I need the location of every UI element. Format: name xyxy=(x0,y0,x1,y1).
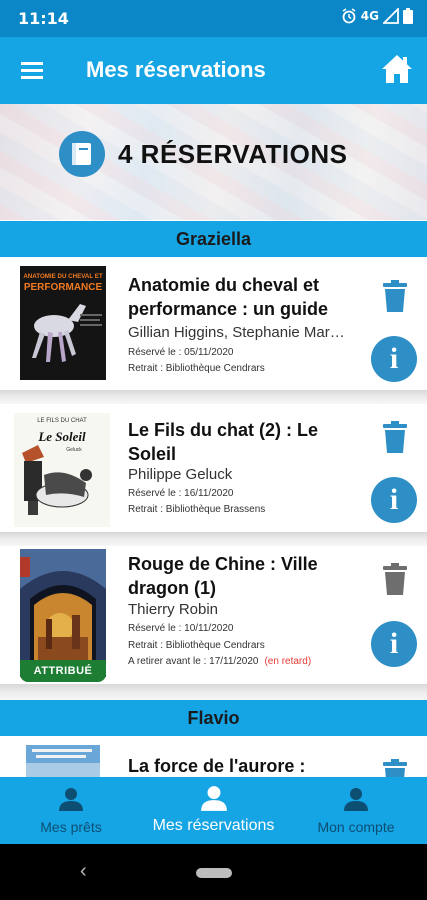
battery-icon xyxy=(403,8,413,24)
status-bar: 11:14 4G xyxy=(0,0,427,37)
back-icon[interactable]: ‹ xyxy=(80,860,87,883)
nav-reservations-label: Mes réservations xyxy=(152,817,275,834)
page-title: Mes réservations xyxy=(86,57,266,82)
book-author: Thierry Robin xyxy=(128,601,219,618)
book-title: La force de l'aurore : xyxy=(128,756,306,776)
cover-series: LE FILS DU CHAT xyxy=(37,418,87,424)
book-author: Gillian Higgins, Stephanie Mar… xyxy=(128,324,345,341)
book-cover: LE FILS DU CHAT Le Soleil Geluck xyxy=(14,413,110,527)
horse-cover-art: ANATOMIE DU CHEVAL ET PERFORMANCE xyxy=(20,266,106,380)
book-title: Rouge de Chine : Ville dragon (1) xyxy=(128,554,318,598)
cover-title-line1: ANATOMIE DU CHEVAL ET xyxy=(23,273,103,280)
pickup-deadline: A retirer avant le : 17/11/2020 (en retar… xyxy=(128,656,311,667)
person-icon xyxy=(201,786,227,811)
status-time: 11:14 xyxy=(18,9,69,28)
status-icons: 4G xyxy=(341,8,413,24)
book-author: Philippe Geluck xyxy=(128,466,233,483)
book-badge xyxy=(59,131,105,177)
deadline-text: A retirer avant le : 17/11/2020 xyxy=(128,656,259,667)
menu-icon[interactable] xyxy=(18,57,48,83)
info-button[interactable]: i xyxy=(371,621,417,667)
reserved-date: Réservé le : 10/11/2020 xyxy=(128,623,234,634)
cover-author: Geluck xyxy=(66,447,82,453)
book-icon xyxy=(72,143,91,165)
late-label: (en retard) xyxy=(264,656,312,667)
info-button[interactable]: i xyxy=(371,336,417,382)
nav-loans[interactable]: Mes prêts xyxy=(20,777,122,844)
signal-icon xyxy=(383,8,399,24)
bottom-nav: Mes prêts Mes réservations Mon compte xyxy=(0,777,427,844)
book-title: Le Fils du chat (2) : Le Soleil xyxy=(128,420,319,464)
info-icon: i xyxy=(389,342,399,375)
reservation-card: La force de l'aurore : xyxy=(0,736,427,777)
system-nav-bar: ‹ xyxy=(0,844,427,900)
home-icon[interactable] xyxy=(379,51,415,87)
info-icon: i xyxy=(389,627,399,660)
trash-icon[interactable] xyxy=(379,562,411,596)
pickup-location: Retrait : Bibliothèque Cendrars xyxy=(128,640,265,651)
nav-account[interactable]: Mon compte xyxy=(306,777,406,844)
cover-title: Le Soleil xyxy=(37,429,86,444)
reserved-date: Réservé le : 05/11/2020 xyxy=(128,347,234,358)
reserved-date: Réservé le : 16/11/2020 xyxy=(128,488,234,499)
nav-reservations[interactable]: Mes réservations xyxy=(142,777,285,844)
dragon-city-cover-art xyxy=(20,549,106,677)
alarm-icon xyxy=(342,8,356,24)
person-icon xyxy=(344,788,368,811)
reservations-count: 4 RÉSERVATIONS xyxy=(118,139,348,169)
pickup-location: Retrait : Bibliothèque Brassens xyxy=(128,504,266,515)
card-separator xyxy=(0,390,427,404)
reservation-card: ATTRIBUÉ Rouge de Chine : Ville dragon (… xyxy=(0,546,427,684)
nav-loans-label: Mes prêts xyxy=(40,819,102,835)
card-separator xyxy=(0,532,427,546)
app-bar: Mes réservations xyxy=(0,37,427,104)
section-header-flavio: Flavio xyxy=(0,700,427,736)
network-type: 4G xyxy=(360,9,379,23)
aurora-cover-art xyxy=(26,745,100,777)
book-cover xyxy=(26,745,100,777)
cover-title-line2: PERFORMANCE xyxy=(24,282,103,293)
nav-account-label: Mon compte xyxy=(317,819,395,835)
attributed-badge: ATTRIBUÉ xyxy=(20,660,106,682)
info-icon: i xyxy=(389,483,399,516)
trash-icon[interactable] xyxy=(379,279,411,313)
section-header-graziella: Graziella xyxy=(0,221,427,257)
trash-icon[interactable] xyxy=(379,420,411,454)
info-button[interactable]: i xyxy=(371,477,417,523)
reservation-card: ANATOMIE DU CHEVAL ET PERFORMANCE Anatom… xyxy=(0,257,427,390)
home-pill[interactable] xyxy=(196,868,232,878)
summary-banner: 4 RÉSERVATIONS xyxy=(0,104,427,220)
trash-icon[interactable] xyxy=(379,758,411,777)
reservation-card: LE FILS DU CHAT Le Soleil Geluck Le Fils… xyxy=(0,404,427,532)
book-cover: ANATOMIE DU CHEVAL ET PERFORMANCE xyxy=(20,266,106,380)
book-title: Anatomie du cheval et performance : un g… xyxy=(128,275,329,319)
book-cover xyxy=(20,549,106,677)
card-separator xyxy=(0,684,427,700)
pickup-location: Retrait : Bibliothèque Cendrars xyxy=(128,363,265,374)
cat-cover-art: LE FILS DU CHAT Le Soleil Geluck xyxy=(14,413,110,527)
person-icon xyxy=(59,788,83,811)
